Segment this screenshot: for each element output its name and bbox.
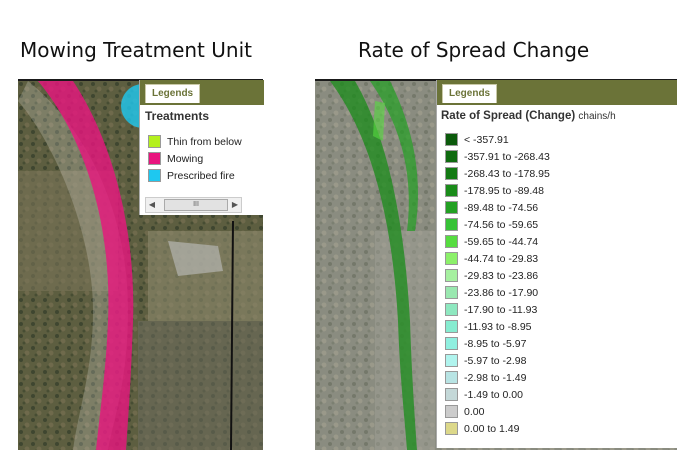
legend-item: Prescribed fire — [148, 167, 264, 184]
legend-item: -8.95 to -5.97 — [445, 335, 677, 352]
legend-item: -44.74 to -29.83 — [445, 250, 677, 267]
legend-item: -5.97 to -2.98 — [445, 352, 677, 369]
legend-item: -1.49 to 0.00 — [445, 386, 677, 403]
legend-swatch — [445, 218, 458, 231]
legend-item-label: 0.00 — [464, 405, 485, 418]
legend-swatch — [445, 422, 458, 435]
rate-of-spread-legend-list: < -357.91 -357.91 to -268.43 -268.43 to -1… — [437, 131, 677, 437]
legend-item-label: -23.86 to -17.90 — [464, 286, 539, 299]
legend-swatch — [445, 201, 458, 214]
legend-swatch — [445, 150, 458, 163]
legend-item: -29.83 to -23.86 — [445, 267, 677, 284]
legend-item-label: -74.56 to -59.65 — [464, 218, 539, 231]
rate-of-spread-legend-panel: Legends Rate of Spread (Change) chains/h… — [436, 80, 677, 448]
legend-item: -23.86 to -17.90 — [445, 284, 677, 301]
legend-tab-bar: Legends — [437, 80, 677, 105]
legend-item: -2.98 to -1.49 — [445, 369, 677, 386]
legend-item: 0.00 — [445, 403, 677, 420]
legend-swatch — [148, 135, 161, 148]
legend-item-label: -2.98 to -1.49 — [464, 371, 527, 384]
legend-swatch — [445, 184, 458, 197]
legend-heading-text: Rate of Spread (Change) — [441, 110, 576, 122]
legend-item: -74.56 to -59.65 — [445, 216, 677, 233]
legend-tab-bar: Legends — [140, 80, 264, 105]
legend-item-label: -11.93 to -8.95 — [464, 320, 532, 333]
legend-swatch — [445, 405, 458, 418]
legends-tab[interactable]: Legends — [145, 84, 201, 103]
legend-item: Mowing — [148, 150, 264, 167]
treatments-legend-panel: Legends Treatments Thin from below Mowing… — [139, 80, 264, 215]
legend-item-label: -8.95 to -5.97 — [464, 337, 527, 350]
legend-item: -268.43 to -178.95 — [445, 165, 677, 182]
legend-swatch — [445, 252, 458, 265]
legend-swatch — [445, 235, 458, 248]
legend-swatch — [445, 133, 458, 146]
legend-item-label: -59.65 to -44.74 — [464, 235, 539, 248]
legend-item: -178.95 to -89.48 — [445, 182, 677, 199]
legend-item-label: -17.90 to -11.93 — [464, 303, 538, 316]
legend-item: 0.00 to 1.49 — [445, 420, 677, 437]
legend-heading: Rate of Spread (Change) chains/h — [437, 105, 677, 131]
legends-tab[interactable]: Legends — [442, 84, 498, 103]
legend-item: -59.65 to -44.74 — [445, 233, 677, 250]
treatments-legend-list: Thin from below Mowing Prescribed fire — [140, 133, 264, 184]
legend-horizontal-scrollbar[interactable]: ◀ III ▶ — [145, 197, 242, 213]
legend-item-label: Prescribed fire — [167, 169, 235, 182]
legend-swatch — [445, 337, 458, 350]
legend-heading: Treatments — [145, 109, 210, 123]
legend-unit: chains/h — [578, 111, 616, 122]
legend-swatch — [445, 354, 458, 367]
legend-item: -11.93 to -8.95 — [445, 318, 677, 335]
legend-item-label: -29.83 to -23.86 — [464, 269, 539, 282]
legend-item: -89.48 to -74.56 — [445, 199, 677, 216]
legend-item-label: 0.00 to 1.49 — [464, 422, 520, 435]
legend-swatch — [445, 167, 458, 180]
legend-item-label: -357.91 to -268.43 — [464, 150, 550, 163]
legend-swatch — [445, 269, 458, 282]
legend-swatch — [445, 286, 458, 299]
scroll-left-icon[interactable]: ◀ — [146, 198, 158, 212]
legend-item-label: -1.49 to 0.00 — [464, 388, 523, 401]
left-map-title: Mowing Treatment Unit — [20, 38, 252, 62]
legend-item-label: -44.74 to -29.83 — [464, 252, 539, 265]
legend-swatch — [445, 320, 458, 333]
legend-swatch — [445, 303, 458, 316]
legend-item-label: Mowing — [167, 152, 204, 165]
scroll-thumb[interactable]: III — [164, 199, 228, 211]
legend-swatch — [148, 152, 161, 165]
legend-item-label: -178.95 to -89.48 — [464, 184, 544, 197]
legend-item: -357.91 to -268.43 — [445, 148, 677, 165]
legend-item: -17.90 to -11.93 — [445, 301, 677, 318]
legend-item: Thin from below — [148, 133, 264, 150]
legend-item-label: -268.43 to -178.95 — [464, 167, 550, 180]
scroll-right-icon[interactable]: ▶ — [229, 198, 241, 212]
legend-item: < -357.91 — [445, 131, 677, 148]
legend-item-label: Thin from below — [167, 135, 242, 148]
legend-swatch — [445, 371, 458, 384]
legend-swatch — [445, 388, 458, 401]
legend-item-label: < -357.91 — [464, 133, 509, 146]
legend-item-label: -5.97 to -2.98 — [464, 354, 527, 367]
legend-swatch — [148, 169, 161, 182]
right-map-title: Rate of Spread Change — [358, 38, 590, 62]
legend-item-label: -89.48 to -74.56 — [464, 201, 539, 214]
